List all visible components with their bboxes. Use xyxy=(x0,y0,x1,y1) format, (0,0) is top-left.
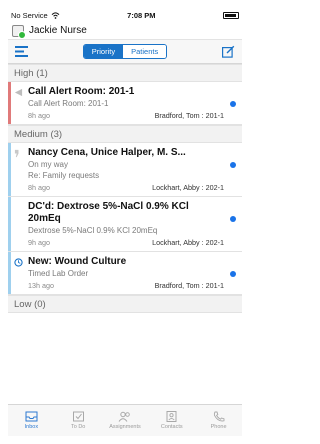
message-age: 8h ago xyxy=(28,111,50,120)
message-title: Nancy Cena, Unice Halper, M. S... xyxy=(28,147,186,158)
inbox-icon xyxy=(25,411,38,422)
phone-screen: No Service 7:08 PM Jackie Nurse Priority… xyxy=(8,8,242,436)
list-item[interactable]: New: Wound Culture Timed Lab Order 13h a… xyxy=(8,252,242,295)
list-item[interactable]: DC'd: Dextrose 5%-NaCl 0.9% KCl 20mEq De… xyxy=(8,197,242,252)
tab-phone[interactable]: Phone xyxy=(195,405,242,436)
message-sender: Lockhart, Abby : 202-1 xyxy=(152,183,224,192)
user-bar[interactable]: Jackie Nurse xyxy=(8,22,242,40)
unread-dot xyxy=(230,271,236,277)
unread-dot xyxy=(230,101,236,107)
filter-list-icon[interactable] xyxy=(14,45,28,59)
section-high[interactable]: High (1) xyxy=(8,64,242,82)
message-sender: Bradford, Tom : 201-1 xyxy=(154,281,224,290)
message-sender: Lockhart, Abby : 202-1 xyxy=(152,238,224,247)
message-preview: On my way xyxy=(28,160,69,169)
todo-icon xyxy=(72,411,84,422)
list-item[interactable]: Call Alert Room: 201-1 Call Alert Room: … xyxy=(8,82,242,125)
view-segmented-control: Priority Patients xyxy=(82,44,168,59)
tab-priority[interactable]: Priority xyxy=(83,45,124,58)
contacts-icon xyxy=(166,411,177,422)
message-title: New: Wound Culture xyxy=(28,256,127,267)
priority-bar xyxy=(8,82,11,124)
message-age: 9h ago xyxy=(28,238,50,247)
message-preview: Timed Lab Order xyxy=(28,269,89,278)
priority-bar xyxy=(8,143,11,196)
message-sender: Bradford, Tom : 201-1 xyxy=(154,111,224,120)
unread-dot xyxy=(230,216,236,222)
nav-bar: Priority Patients xyxy=(8,40,242,64)
compose-icon[interactable] xyxy=(222,45,236,59)
tab-contacts[interactable]: Contacts xyxy=(148,405,195,436)
section-medium[interactable]: Medium (3) xyxy=(8,125,242,143)
tab-todo[interactable]: To Do xyxy=(55,405,102,436)
assignments-icon xyxy=(119,411,131,422)
quote-icon xyxy=(14,149,19,158)
alert-icon xyxy=(14,88,23,97)
unread-dot xyxy=(230,162,236,168)
status-bar: No Service 7:08 PM xyxy=(8,8,242,22)
tab-bar: Inbox To Do Assignments Contacts Phone xyxy=(8,404,242,436)
battery-icon xyxy=(222,11,239,19)
message-preview: Call Alert Room: 201-1 xyxy=(28,99,109,108)
wifi-icon xyxy=(51,11,60,19)
list-item[interactable]: Nancy Cena, Unice Halper, M. S... On my … xyxy=(8,143,242,197)
section-low[interactable]: Low (0) xyxy=(8,295,242,313)
message-subject: Re: Family requests xyxy=(28,171,100,180)
carrier-label: No Service xyxy=(11,10,48,20)
avatar xyxy=(12,24,26,39)
message-title: DC'd: Dextrose 5%-NaCl 0.9% KCl 20mEq xyxy=(28,201,189,224)
clock-icon xyxy=(14,258,23,267)
user-name: Jackie Nurse xyxy=(29,25,87,36)
tab-patients[interactable]: Patients xyxy=(123,45,167,58)
message-age: 8h ago xyxy=(28,183,50,192)
priority-bar xyxy=(8,197,11,251)
clock: 7:08 PM xyxy=(127,10,156,20)
tab-inbox[interactable]: Inbox xyxy=(8,405,55,436)
message-preview: Dextrose 5%-NaCl 0.9% KCl 20mEq xyxy=(28,226,158,235)
phone-icon xyxy=(214,411,225,422)
tab-assignments[interactable]: Assignments xyxy=(102,405,149,436)
priority-bar xyxy=(8,252,11,294)
message-age: 13h ago xyxy=(28,281,54,290)
message-title: Call Alert Room: 201-1 xyxy=(28,86,135,97)
